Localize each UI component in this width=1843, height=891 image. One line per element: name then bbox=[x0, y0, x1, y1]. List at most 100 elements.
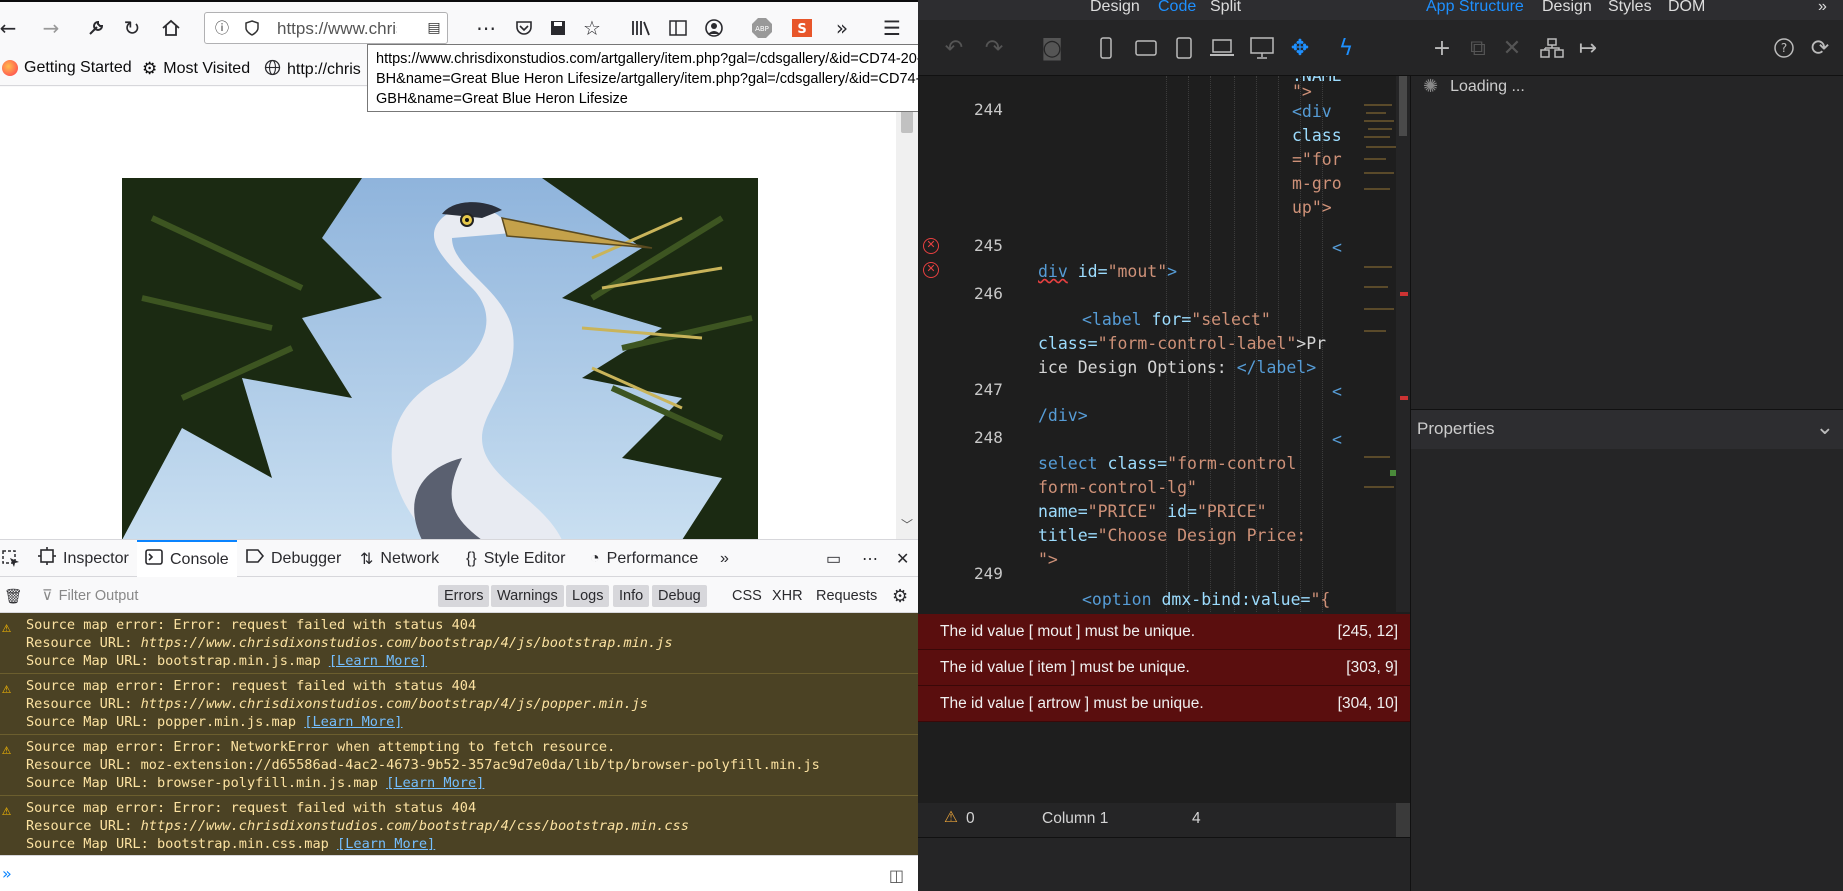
move-icon[interactable]: ✥ bbox=[1286, 34, 1314, 62]
forward-icon[interactable]: → bbox=[37, 14, 65, 42]
tablet-preview-icon[interactable] bbox=[1170, 34, 1198, 62]
reader-view-icon[interactable]: ▤ bbox=[425, 19, 443, 37]
split-console-icon[interactable]: ◫ bbox=[889, 866, 904, 885]
add-icon[interactable]: + bbox=[1428, 34, 1456, 62]
trash-icon[interactable]: 🗑 bbox=[0, 585, 28, 607]
filter-errors[interactable]: Errors bbox=[438, 585, 490, 607]
learn-more-link[interactable]: [Learn More] bbox=[304, 714, 402, 730]
tab-inspector[interactable]: Inspector bbox=[30, 540, 137, 577]
problem-row[interactable]: The id value [ item ] must be unique. [3… bbox=[918, 650, 1410, 686]
tab-split-view[interactable]: Split bbox=[1210, 0, 1241, 16]
element-picker-icon[interactable] bbox=[0, 540, 28, 577]
tab-debugger[interactable]: Debugger bbox=[238, 540, 349, 577]
tab-code-view[interactable]: Code bbox=[1158, 0, 1196, 16]
extension-s-icon[interactable]: S bbox=[788, 14, 816, 42]
more-tabs-chevron-icon[interactable]: » bbox=[712, 540, 737, 577]
hamburger-menu-icon[interactable]: ☰ bbox=[878, 14, 906, 42]
tab-app-structure[interactable]: App Structure bbox=[1426, 0, 1524, 16]
close-devtools-icon[interactable]: ✕ bbox=[888, 540, 917, 577]
filter-info[interactable]: Info bbox=[613, 585, 650, 607]
filter-css[interactable]: CSS bbox=[726, 585, 768, 607]
tab-performance[interactable]: ◔ Performance bbox=[582, 540, 706, 577]
resource-url[interactable]: https://www.chrisdixonstudios.com/bootst… bbox=[141, 818, 689, 834]
account-icon[interactable] bbox=[700, 14, 728, 42]
learn-more-link[interactable]: [Learn More] bbox=[329, 653, 427, 669]
delete-icon[interactable]: ✕ bbox=[1498, 34, 1526, 62]
filter-requests[interactable]: Requests bbox=[810, 585, 883, 607]
filter-debug[interactable]: Debug bbox=[652, 585, 707, 607]
tab-dom[interactable]: DOM bbox=[1668, 0, 1705, 16]
console-settings-gear-icon[interactable]: ⚙ bbox=[886, 585, 914, 607]
lightning-icon[interactable]: ϟ bbox=[1332, 34, 1360, 62]
editor-scroll-thumb[interactable] bbox=[1399, 76, 1407, 136]
tab-console[interactable]: Console bbox=[137, 540, 237, 577]
phone-preview-icon[interactable] bbox=[1092, 34, 1120, 62]
properties-header[interactable]: Properties ⌄ bbox=[1411, 409, 1843, 449]
dock-side-icon[interactable]: ▭ bbox=[818, 540, 849, 577]
map-label: Source Map URL: bbox=[26, 836, 157, 852]
panel-overflow-icon[interactable]: » bbox=[1818, 0, 1827, 16]
undo-icon[interactable]: ↶ bbox=[940, 34, 968, 62]
reload-icon[interactable]: ↻ bbox=[118, 14, 146, 42]
save-icon[interactable] bbox=[544, 14, 572, 42]
devtools-menu-icon[interactable]: ⋯ bbox=[854, 540, 886, 577]
url-bar[interactable]: ⓘ https://www.chrisd ▤ bbox=[204, 12, 448, 44]
home-icon[interactable] bbox=[157, 14, 185, 42]
info-icon[interactable]: ⓘ bbox=[213, 19, 231, 37]
shield-icon[interactable] bbox=[243, 19, 261, 37]
editor-scrollbar[interactable] bbox=[1390, 76, 1410, 612]
phone-landscape-icon[interactable] bbox=[1132, 34, 1160, 62]
filter-logs[interactable]: Logs bbox=[566, 585, 610, 607]
duplicate-icon[interactable]: ⧉ bbox=[1464, 34, 1492, 62]
filter-output-input[interactable]: ⊽ Filter Output bbox=[36, 585, 144, 607]
resource-url[interactable]: https://www.chrisdixonstudios.com/bootst… bbox=[141, 696, 648, 712]
problem-row[interactable]: The id value [ artrow ] must be unique. … bbox=[918, 686, 1410, 722]
bookmark-http-chris[interactable]: http://chris bbox=[264, 59, 361, 81]
problem-row[interactable]: The id value [ mout ] must be unique. [2… bbox=[918, 614, 1410, 650]
camera-icon[interactable]: ◙ bbox=[1038, 34, 1066, 62]
page-viewport[interactable]: ﹀ bbox=[0, 87, 918, 539]
resource-url[interactable]: https://www.chrisdixonstudios.com/bootst… bbox=[141, 635, 673, 651]
message-title: Source map error: Error: NetworkError wh… bbox=[26, 739, 616, 755]
bookmark-star-icon[interactable]: ☆ bbox=[578, 14, 606, 42]
bookmark-most-visited[interactable]: ⚙ Most Visited bbox=[142, 59, 250, 79]
tab-design-view[interactable]: Design bbox=[1090, 0, 1140, 16]
status-scrollbar[interactable] bbox=[1396, 803, 1410, 837]
refresh-icon[interactable]: ⟳ bbox=[1806, 34, 1834, 62]
tab-style-editor[interactable]: {} Style Editor bbox=[458, 540, 574, 577]
more-actions-icon[interactable]: ⋯ bbox=[472, 14, 500, 42]
error-icon[interactable]: ✕ bbox=[923, 238, 939, 254]
desktop-preview-icon[interactable] bbox=[1248, 34, 1276, 62]
heron-artwork-image[interactable] bbox=[122, 178, 758, 539]
tab-styles[interactable]: Styles bbox=[1608, 0, 1652, 16]
filter-xhr[interactable]: XHR bbox=[766, 585, 809, 607]
page-scrollbar[interactable]: ﹀ bbox=[896, 87, 918, 539]
sidebar-icon[interactable] bbox=[664, 14, 692, 42]
back-icon[interactable]: ← bbox=[0, 14, 22, 42]
app-structure-tree[interactable]: ✺ Loading ... bbox=[1411, 76, 1843, 408]
console-input[interactable]: » ◫ bbox=[0, 855, 918, 891]
pocket-icon[interactable] bbox=[510, 14, 538, 42]
structure-icon[interactable] bbox=[1538, 34, 1566, 62]
learn-more-link[interactable]: [Learn More] bbox=[386, 775, 484, 791]
help-icon[interactable]: ? bbox=[1770, 34, 1798, 62]
resource-url[interactable]: moz-extension://d65586ad-4ac2-4673-9b52-… bbox=[141, 757, 820, 773]
scroll-down-icon[interactable]: ﹀ bbox=[901, 516, 913, 533]
code-editor[interactable]: ✕ ✕ 244 245 246 247 248 249 .NAME "> <di… bbox=[918, 76, 1410, 612]
redo-icon[interactable]: ↷ bbox=[980, 34, 1008, 62]
filter-warnings[interactable]: Warnings bbox=[491, 585, 564, 607]
scrollbar-thumb[interactable] bbox=[901, 109, 913, 133]
tab-design-panel[interactable]: Design bbox=[1542, 0, 1592, 16]
tab-network[interactable]: ⇅ Network bbox=[352, 540, 447, 577]
adblock-icon[interactable]: ABP bbox=[748, 14, 776, 42]
url-text[interactable]: https://www.chrisd bbox=[277, 19, 397, 39]
learn-more-link[interactable]: [Learn More] bbox=[337, 836, 435, 852]
export-icon[interactable]: ↦ bbox=[1574, 34, 1602, 62]
overflow-chevron-icon[interactable]: » bbox=[828, 14, 856, 42]
chevron-down-icon[interactable]: ⌄ bbox=[1816, 414, 1834, 440]
laptop-preview-icon[interactable] bbox=[1208, 34, 1236, 62]
library-icon[interactable] bbox=[628, 14, 656, 42]
wrench-icon[interactable] bbox=[82, 14, 110, 42]
bookmark-getting-started[interactable]: Getting Started bbox=[2, 59, 132, 77]
error-icon[interactable]: ✕ bbox=[923, 262, 939, 278]
